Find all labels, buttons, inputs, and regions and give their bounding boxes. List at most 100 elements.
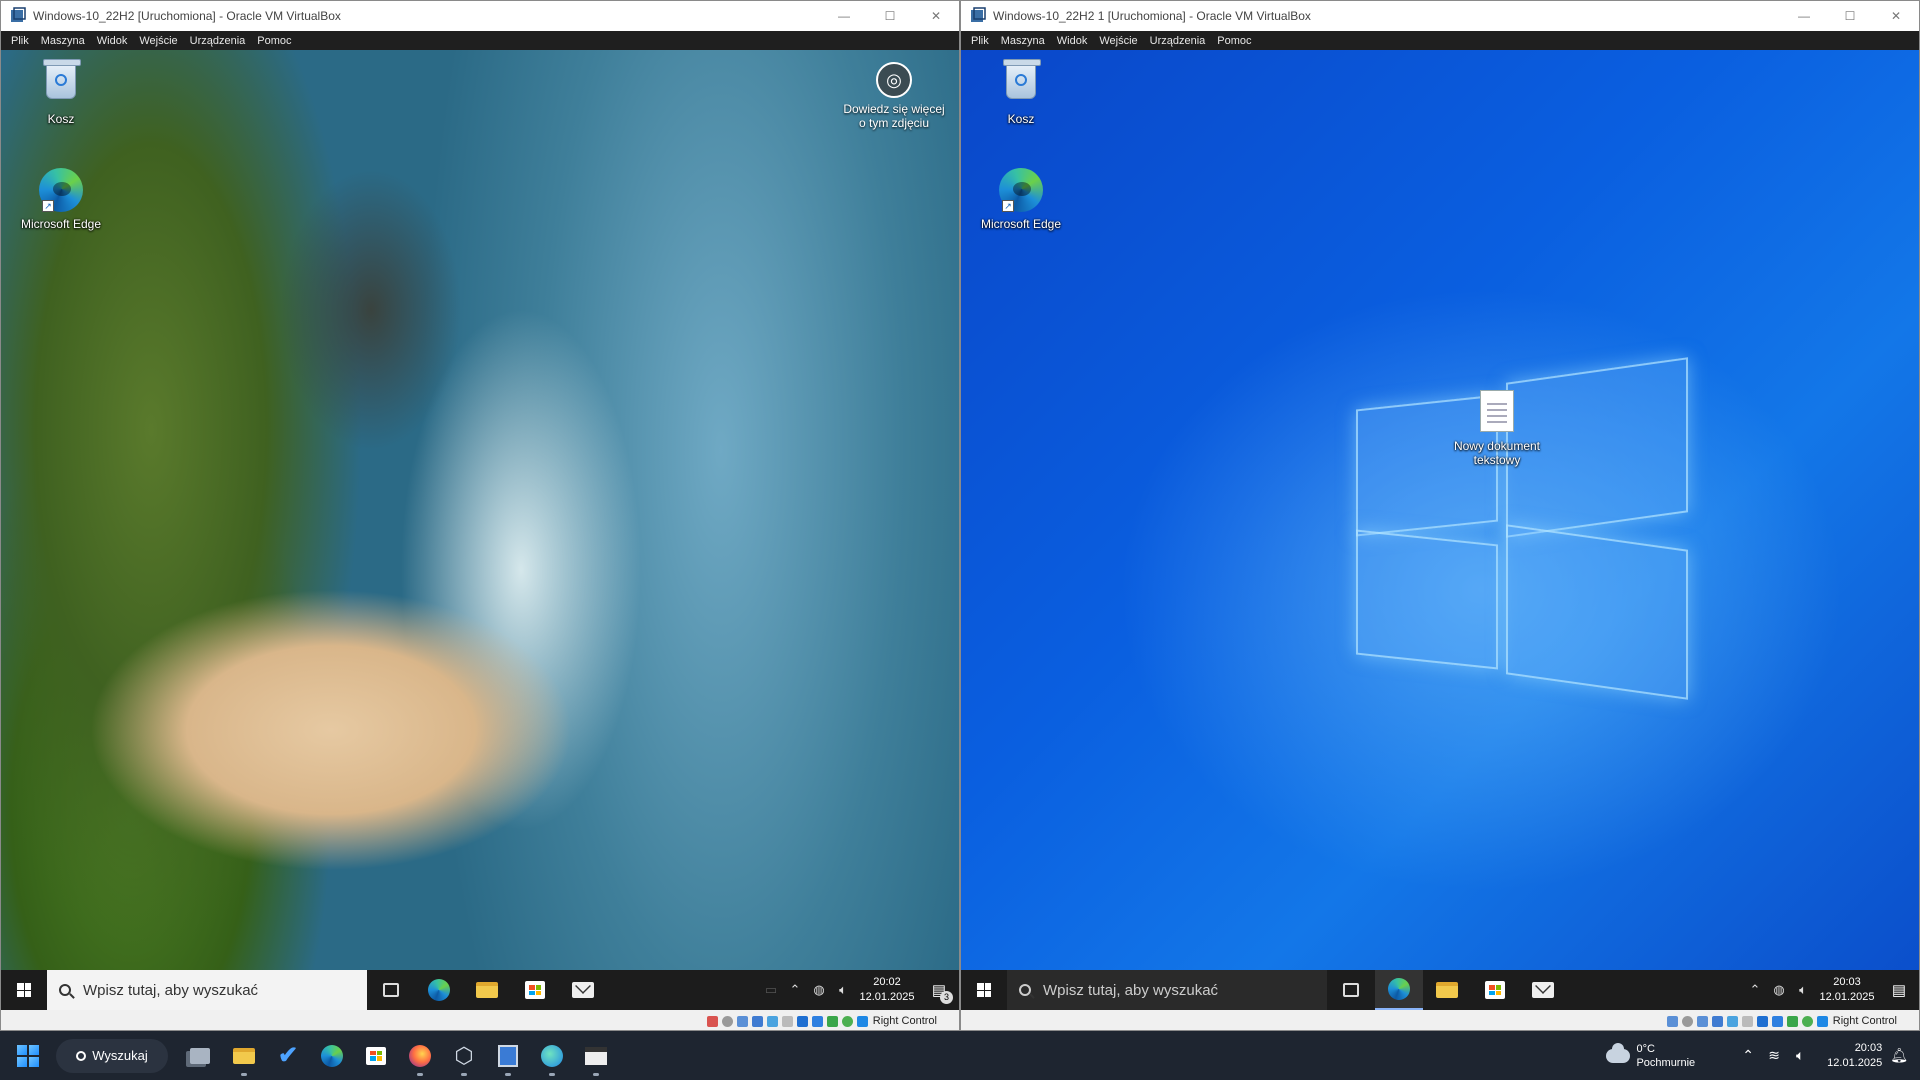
search-icon: [1019, 984, 1031, 996]
desktop-icon-recycle-bin[interactable]: Kosz: [17, 58, 105, 126]
host-task-view[interactable]: [178, 1031, 222, 1080]
menu-wejscie[interactable]: Wejście: [1099, 35, 1137, 47]
search-box[interactable]: Wpisz tutaj, aby wyszukać: [1007, 970, 1327, 1010]
menu-maszyna[interactable]: Maszyna: [1001, 35, 1045, 47]
clock[interactable]: 20:03 12.01.2025: [1815, 975, 1879, 1005]
network-adapter-icon[interactable]: [1711, 1015, 1723, 1027]
volume-icon[interactable]: 🔈︎: [1791, 982, 1815, 998]
cpu-icon[interactable]: [1786, 1015, 1798, 1027]
wifi-icon[interactable]: ≋: [1761, 1047, 1787, 1064]
usb-icon[interactable]: [766, 1015, 778, 1027]
checkmark-icon: ✔: [277, 1042, 299, 1069]
host-globe-app[interactable]: [530, 1031, 574, 1080]
taskbar-file-explorer[interactable]: [463, 970, 511, 1010]
audio-icon[interactable]: [736, 1015, 748, 1027]
menu-maszyna[interactable]: Maszyna: [41, 35, 85, 47]
start-button[interactable]: [1, 970, 47, 1010]
display-icon[interactable]: [1756, 1015, 1768, 1027]
menu-wejscie[interactable]: Wejście: [139, 35, 177, 47]
optical-drive-icon[interactable]: [1681, 1015, 1693, 1027]
taskbar-file-explorer[interactable]: [1423, 970, 1471, 1010]
notification-badge: 3: [940, 991, 953, 1004]
taskbar-store[interactable]: [1471, 970, 1519, 1010]
host-clock[interactable]: 20:03 12.01.2025: [1827, 1041, 1882, 1071]
display-icon[interactable]: [796, 1015, 808, 1027]
vm-window-left[interactable]: Windows-10_22H2 [Uruchomiona] - Oracle V…: [0, 0, 960, 1031]
network-icon[interactable]: ◍: [1767, 982, 1791, 998]
host-start-button[interactable]: [0, 1031, 56, 1080]
chevron-up-icon[interactable]: ⌃: [1735, 1047, 1761, 1064]
maximize-button[interactable]: ☐: [1827, 1, 1873, 31]
desktop-icon-learn-more[interactable]: ◎ Dowiedz się więcej o tym zdjęciu: [839, 62, 949, 130]
host-calculator[interactable]: [486, 1031, 530, 1080]
close-button[interactable]: ✕: [913, 1, 959, 31]
menu-pomoc[interactable]: Pomoc: [257, 35, 291, 47]
host-firefox[interactable]: [398, 1031, 442, 1080]
menu-plik[interactable]: Plik: [11, 35, 29, 47]
menu-widok[interactable]: Widok: [97, 35, 128, 47]
keyboard-icon[interactable]: ▭: [759, 982, 783, 998]
host-todo[interactable]: ✔: [266, 1031, 310, 1080]
host-virtualbox[interactable]: ⬡: [442, 1031, 486, 1080]
taskbar-mail[interactable]: [559, 970, 607, 1010]
host-edge[interactable]: [310, 1031, 354, 1080]
search-box[interactable]: Wpisz tutaj, aby wyszukać: [47, 970, 367, 1010]
network-adapter-icon[interactable]: [751, 1015, 763, 1027]
edge-icon: [428, 979, 450, 1001]
host-media-app[interactable]: [574, 1031, 618, 1080]
vm-titlebar[interactable]: Windows-10_22H2 [Uruchomiona] - Oracle V…: [1, 1, 959, 31]
edge-icon: ↗: [38, 168, 84, 214]
weather-widget[interactable]: 0°C Pochmurnie: [1606, 1042, 1695, 1070]
taskbar-mail[interactable]: [1519, 970, 1567, 1010]
shared-folder-icon[interactable]: [781, 1015, 793, 1027]
action-center-button[interactable]: ▤ 3: [919, 970, 959, 1010]
minimize-button[interactable]: —: [821, 1, 867, 31]
taskbar-store[interactable]: [511, 970, 559, 1010]
desktop-icon-edge[interactable]: ↗ Microsoft Edge: [977, 168, 1065, 231]
action-center-button[interactable]: ▤: [1879, 970, 1919, 1010]
host-file-explorer[interactable]: [222, 1031, 266, 1080]
menu-urzadzenia[interactable]: Urządzenia: [190, 35, 246, 47]
audio-icon[interactable]: [1696, 1015, 1708, 1027]
desktop-icon-recycle-bin[interactable]: Kosz: [977, 58, 1065, 126]
maximize-button[interactable]: ☐: [867, 1, 913, 31]
task-view-button[interactable]: [367, 970, 415, 1010]
menu-widok[interactable]: Widok: [1057, 35, 1088, 47]
minimize-button[interactable]: —: [1781, 1, 1827, 31]
task-view-button[interactable]: [1327, 970, 1375, 1010]
taskbar-edge[interactable]: [415, 970, 463, 1010]
host-store[interactable]: [354, 1031, 398, 1080]
close-button[interactable]: ✕: [1873, 1, 1919, 31]
usb-icon[interactable]: [1726, 1015, 1738, 1027]
cpu-icon[interactable]: [826, 1015, 838, 1027]
guest-desktop[interactable]: Kosz ↗ Microsoft Edge ◎ Dowiedz się więc…: [1, 50, 959, 970]
clock-date: 12.01.2025: [859, 991, 915, 1003]
guest-desktop[interactable]: Kosz ↗ Microsoft Edge Nowy dokument teks…: [961, 50, 1919, 970]
vm-window-right[interactable]: Windows-10_22H2 1 [Uruchomiona] - Oracle…: [960, 0, 1920, 1031]
storage-icon[interactable]: [706, 1015, 718, 1027]
menu-urzadzenia[interactable]: Urządzenia: [1150, 35, 1206, 47]
start-button[interactable]: [961, 970, 1007, 1010]
network-icon[interactable]: ◍: [807, 982, 831, 998]
host-search-button[interactable]: Wyszukaj: [56, 1038, 168, 1073]
recording-icon[interactable]: [1771, 1015, 1783, 1027]
recording-icon[interactable]: [811, 1015, 823, 1027]
host-search-label: Wyszukaj: [92, 1048, 148, 1063]
menu-plik[interactable]: Plik: [971, 35, 989, 47]
vm-titlebar[interactable]: Windows-10_22H2 1 [Uruchomiona] - Oracle…: [961, 1, 1919, 31]
chevron-up-icon[interactable]: ⌃: [783, 982, 807, 998]
clock[interactable]: 20:02 12.01.2025: [855, 975, 919, 1005]
desktop-icon-edge[interactable]: ↗ Microsoft Edge: [17, 168, 105, 231]
desktop-icon-text-document[interactable]: Nowy dokument tekstowy: [1447, 390, 1547, 467]
shared-folder-icon[interactable]: [1741, 1015, 1753, 1027]
volume-icon[interactable]: 🔈︎: [1787, 1047, 1813, 1064]
volume-icon[interactable]: 🔈︎: [831, 982, 855, 998]
taskbar-edge[interactable]: [1375, 970, 1423, 1010]
storage-icon[interactable]: [1666, 1015, 1678, 1027]
notification-bell-icon[interactable]: 🔔︎: [1890, 1047, 1908, 1064]
mouse-integration-icon[interactable]: [1801, 1015, 1813, 1027]
mouse-integration-icon[interactable]: [841, 1015, 853, 1027]
optical-drive-icon[interactable]: [721, 1015, 733, 1027]
menu-pomoc[interactable]: Pomoc: [1217, 35, 1251, 47]
chevron-up-icon[interactable]: ⌃: [1743, 982, 1767, 998]
